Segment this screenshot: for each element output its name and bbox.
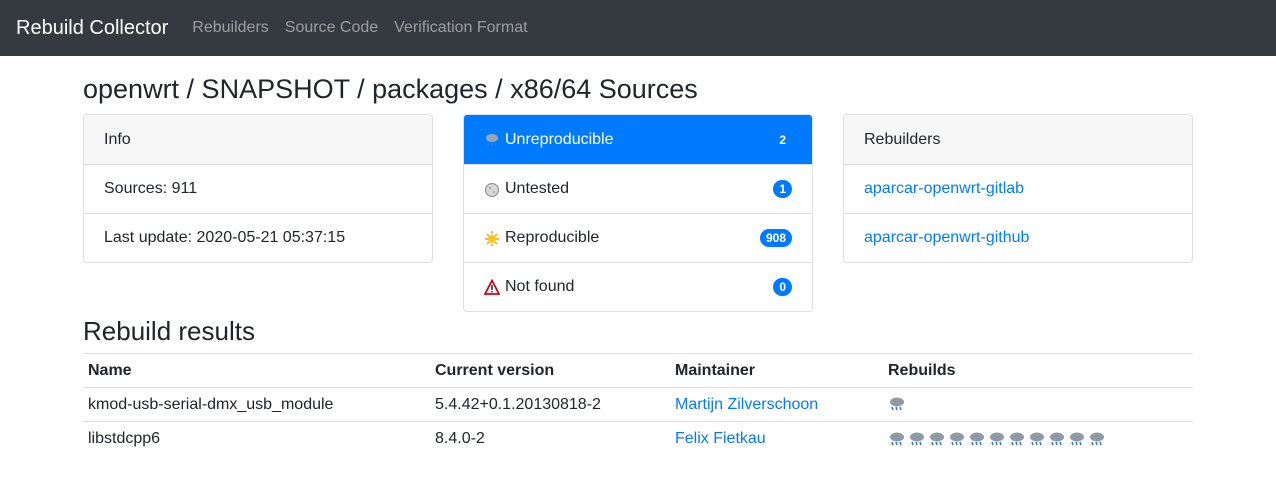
storm-cloud-icon [486,133,498,146]
info-card: Info Sources: 911 Last update: 2020-05-2… [83,114,433,263]
storm-cloud-icon [890,397,904,411]
count-badge: 2 [773,130,792,149]
storm-cloud-icon [1090,432,1104,445]
table-row: libstdcpp6 8.4.0-2 Felix Fietkau [83,421,1193,456]
package-version: 5.4.42+0.1.20130818-2 [430,387,670,422]
rebuilds-cell [883,421,1193,456]
nav-link-source-code[interactable]: Source Code [285,19,378,37]
package-name: kmod-usb-serial-dmx_usb_module [83,387,430,422]
storm-cloud-icon [1010,432,1024,445]
storm-cloud-icon [1070,432,1084,445]
storm-cloud-icon [930,432,944,445]
column-header-version: Current version [430,353,670,388]
moon-icon [485,183,499,197]
nav-link-verification-format[interactable]: Verification Format [394,19,527,37]
results-table: Name Current version Maintainer Rebuilds… [83,353,1193,456]
status-label: Unreproducible [505,130,614,148]
nav-link-rebuilders[interactable]: Rebuilders [192,19,268,37]
package-version: 8.4.0-2 [430,421,670,456]
storm-cloud-icon [1030,432,1044,445]
table-header-row: Name Current version Maintainer Rebuilds [83,353,1193,388]
package-name: libstdcpp6 [83,421,430,456]
maintainer-link[interactable]: Felix Fietkau [675,430,766,447]
rebuilders-card: Rebuilders aparcar-openwrt-gitlab aparca… [843,114,1193,263]
rebuilder-item: aparcar-openwrt-github [844,213,1192,262]
status-item-unreproducible[interactable]: Unreproducible 2 [464,115,812,164]
rebuilders-card-header: Rebuilders [844,115,1192,164]
storm-cloud-icon [1050,432,1064,445]
count-badge: 1 [773,180,792,198]
status-label: Reproducible [505,229,600,246]
count-badge: 908 [759,229,792,247]
table-row: kmod-usb-serial-dmx_usb_module 5.4.42+0.… [83,387,1193,422]
rebuilder-link-gitlab[interactable]: aparcar-openwrt-gitlab [864,180,1024,198]
maintainer-link[interactable]: Martijn Zilverschoon [675,396,818,413]
brand-link[interactable]: Rebuild Collector [16,17,168,40]
status-label: Untested [505,180,570,197]
status-item-reproducible[interactable]: Reproducible 908 [464,213,812,262]
status-item-not-found[interactable]: Not found 0 [464,262,812,311]
sun-icon [485,231,499,246]
rebuilds-cell [883,387,1193,422]
status-item-untested[interactable]: Untested 1 [464,164,812,213]
status-card: Unreproducible 2 Untested 1 Reproducible… [463,114,813,312]
info-card-header: Info [84,115,432,164]
last-update: Last update: 2020-05-21 05:37:15 [84,213,432,262]
column-header-name: Name [83,353,430,388]
status-label: Not found [505,278,575,295]
storm-cloud-icon [970,432,984,445]
column-header-rebuilds: Rebuilds [883,353,1193,388]
rebuilder-link-github[interactable]: aparcar-openwrt-github [864,229,1029,247]
storm-cloud-icon [990,432,1004,445]
storm-cloud-icon [890,432,904,445]
storm-cloud-icon [950,432,964,445]
storm-cloud-icon [910,432,924,445]
results-title: Rebuild results [83,316,255,346]
page-title: openwrt / SNAPSHOT / packages / x86/64 S… [83,74,698,104]
summary-cards: Info Sources: 911 Last update: 2020-05-2… [83,114,1193,312]
warning-icon [484,279,500,295]
navbar: Rebuild Collector Rebuilders Source Code… [0,0,1276,56]
column-header-maintainer: Maintainer [670,353,883,388]
main-container: openwrt / SNAPSHOT / packages / x86/64 S… [83,56,1193,456]
sources-count: Sources: 911 [84,164,432,213]
count-badge: 0 [773,278,792,296]
rebuilder-item: aparcar-openwrt-gitlab [844,164,1192,213]
